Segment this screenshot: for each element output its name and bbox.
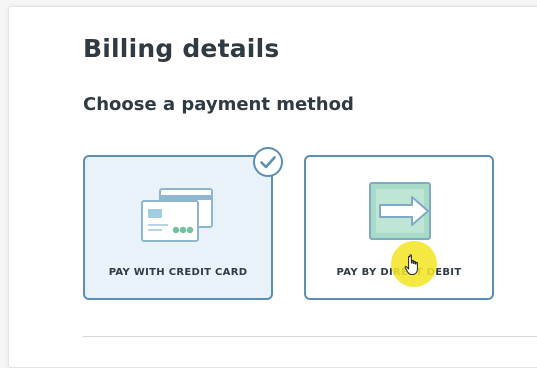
section-subtitle: Choose a payment method	[83, 94, 354, 115]
checkmark-icon	[253, 147, 283, 177]
page: Billing details Choose a payment method …	[0, 0, 537, 368]
direct-debit-icon	[369, 182, 431, 240]
hand-pointer-icon	[404, 254, 418, 275]
section-divider	[83, 336, 537, 337]
page-title: Billing details	[83, 34, 280, 63]
credit-card-label: PAY WITH CREDIT CARD	[108, 267, 248, 278]
credit-card-icon	[141, 188, 213, 242]
pay-with-credit-card-option[interactable]: PAY WITH CREDIT CARD	[83, 155, 273, 300]
